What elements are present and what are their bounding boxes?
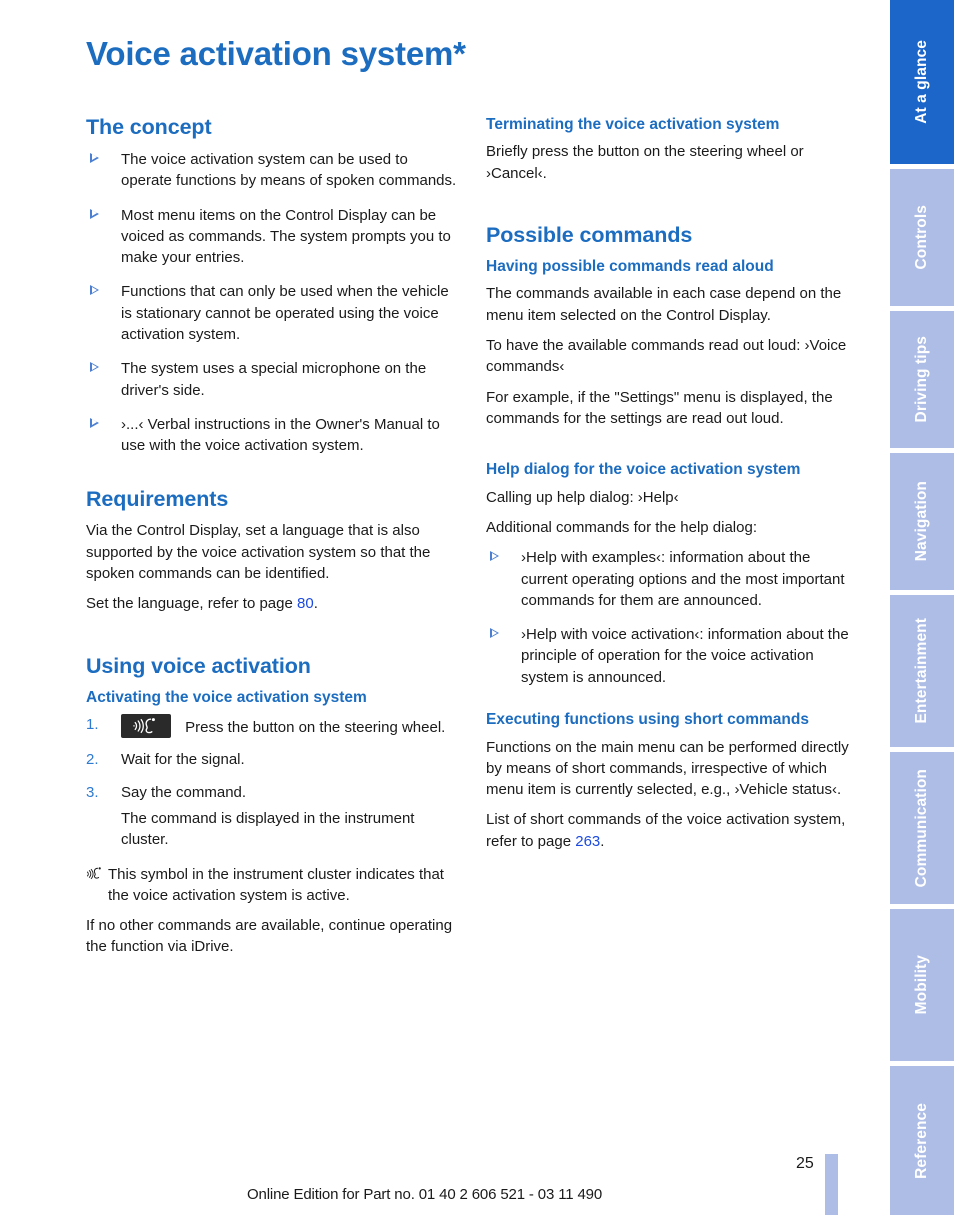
manual-page: Voice activation system* The concept The… <box>0 0 954 1215</box>
step-sub-text: The command is displayed in the instrume… <box>121 809 415 849</box>
terminating-paragraph: Briefly press the button on the steering… <box>486 143 804 182</box>
tab-label: Driving tips <box>913 336 931 423</box>
list-item-text: ›Help with examples‹: information about … <box>521 549 845 609</box>
tab-communication[interactable]: Communication <box>890 747 954 904</box>
tab-at-a-glance[interactable]: At a glance <box>890 0 954 164</box>
subheading-activating-system: Activating the voice activation system <box>86 688 367 706</box>
subheading-short-commands: Executing functions using short commands <box>486 711 809 729</box>
short-commands-paragraph: Functions on the main menu can be perfor… <box>486 738 849 799</box>
section-tab-rail: At a glance Controls Driving tips Naviga… <box>890 0 954 1215</box>
list-item: ›...‹ Verbal instructions in the Owner's… <box>86 414 459 457</box>
list-item: Most menu items on the Control Display c… <box>86 205 459 269</box>
heading-the-concept: The concept <box>86 115 212 139</box>
list-item: ›Help with voice activation‹: informatio… <box>486 624 859 688</box>
tab-label: Mobility <box>913 955 931 1015</box>
page-content: Voice activation system* The concept The… <box>86 0 870 1215</box>
tab-label: At a glance <box>913 40 931 124</box>
list-item-text: ›Help with voice activation‹: informatio… <box>521 626 849 686</box>
tab-controls[interactable]: Controls <box>890 164 954 306</box>
list-item: The system uses a special microphone on … <box>86 358 459 401</box>
tab-label: Navigation <box>913 481 931 562</box>
step-text: Say the command. <box>121 783 247 801</box>
help-dialog-bullet-list: ›Help with examples‹: information about … <box>486 547 859 688</box>
requirements-paragraph: Via the Control Display, set a language … <box>86 522 431 583</box>
read-aloud-paragraph-3: For example, if the "Settings" menu is d… <box>486 388 833 427</box>
tab-mobility[interactable]: Mobility <box>890 904 954 1061</box>
list-item: The voice activation system can be used … <box>86 149 459 192</box>
page-number: 25 <box>796 1155 814 1172</box>
cluster-symbol-note-text: This symbol in the instrument cluster in… <box>108 865 444 904</box>
list-item-text: Functions that can only be used when the… <box>121 283 449 344</box>
list-item: 1. Press the button on the steering whee… <box>86 714 459 739</box>
subheading-read-aloud: Having possible commands read aloud <box>486 257 774 275</box>
tab-label: Entertainment <box>913 618 931 724</box>
help-dialog-paragraph-1: Calling up help dialog: ›Help‹ <box>486 488 679 506</box>
page-edge-marker <box>825 1154 838 1215</box>
read-aloud-paragraph-1: The commands available in each case depe… <box>486 285 842 324</box>
page-title: Voice activation system* <box>86 35 466 72</box>
triangle-bullet-icon <box>90 417 99 428</box>
refer-suffix: . <box>313 595 318 613</box>
read-aloud-paragraph-2: To have the available commands read out … <box>486 337 847 376</box>
refer-suffix: . <box>600 832 605 850</box>
heading-requirements: Requirements <box>86 486 229 511</box>
page-link-263[interactable]: 263 <box>575 833 600 850</box>
triangle-bullet-icon <box>90 285 99 296</box>
refer-prefix: List of short commands of the voice acti… <box>486 811 846 850</box>
tab-reference[interactable]: Reference <box>890 1061 954 1215</box>
subheading-help-dialog: Help dialog for the voice activation sys… <box>486 461 801 479</box>
tab-driving-tips[interactable]: Driving tips <box>890 306 954 448</box>
triangle-bullet-icon <box>490 628 499 639</box>
list-item: 3. Say the command. The command is displ… <box>86 782 459 851</box>
list-item: Functions that can only be used when the… <box>86 281 459 345</box>
tab-label: Controls <box>913 205 931 270</box>
refer-prefix: Set the language, refer to page <box>86 595 297 613</box>
triangle-bullet-icon <box>90 208 99 219</box>
step-text: Wait for the signal. <box>121 751 245 769</box>
page-link-80[interactable]: 80 <box>297 595 314 612</box>
tab-navigation[interactable]: Navigation <box>890 448 954 590</box>
idrive-closing-paragraph: If no other commands are available, cont… <box>86 917 453 956</box>
right-column: Terminating the voice activation system … <box>486 115 859 852</box>
short-commands-page-reference: List of short commands of the voice acti… <box>486 809 859 852</box>
list-item-text: ›...‹ Verbal instructions in the Owner's… <box>121 415 440 455</box>
step-text: Press the button on the steering wheel. <box>185 719 446 737</box>
footer-edition-text: Online Edition for Part no. 01 40 2 606 … <box>247 1186 603 1203</box>
voice-active-symbol-icon <box>86 866 104 882</box>
triangle-bullet-icon <box>90 362 99 373</box>
triangle-bullet-icon <box>490 551 499 562</box>
list-item: 2. Wait for the signal. <box>86 749 459 770</box>
heading-using-voice-activation: Using voice activation <box>86 653 311 678</box>
tab-label: Reference <box>913 1102 931 1179</box>
left-column: The concept The voice activation system … <box>86 115 459 958</box>
step-number: 2. <box>86 751 99 769</box>
heading-possible-commands: Possible commands <box>486 223 693 248</box>
step-number: 3. <box>86 783 99 801</box>
list-item-text: The system uses a special microphone on … <box>121 360 427 399</box>
list-item-text: Most menu items on the Control Display c… <box>121 206 451 267</box>
subheading-terminating-system: Terminating the voice activation system <box>486 116 780 133</box>
help-dialog-paragraph-2: Additional commands for the help dialog: <box>486 518 757 536</box>
list-item: ›Help with examples‹: information about … <box>486 547 859 611</box>
cluster-symbol-note: This symbol in the instrument cluster in… <box>86 864 459 907</box>
activation-steps-list: 1. Press the button on the steering whee… <box>86 714 459 850</box>
voice-button-icon <box>121 714 171 739</box>
requirements-page-reference: Set the language, refer to page 80. <box>86 593 459 614</box>
concept-bullet-list: The voice activation system can be used … <box>86 149 459 457</box>
tab-label: Communication <box>913 768 931 888</box>
tab-entertainment[interactable]: Entertainment <box>890 590 954 747</box>
step-number: 1. <box>86 716 99 734</box>
list-item-text: The voice activation system can be used … <box>121 150 457 190</box>
triangle-bullet-icon <box>90 152 99 163</box>
